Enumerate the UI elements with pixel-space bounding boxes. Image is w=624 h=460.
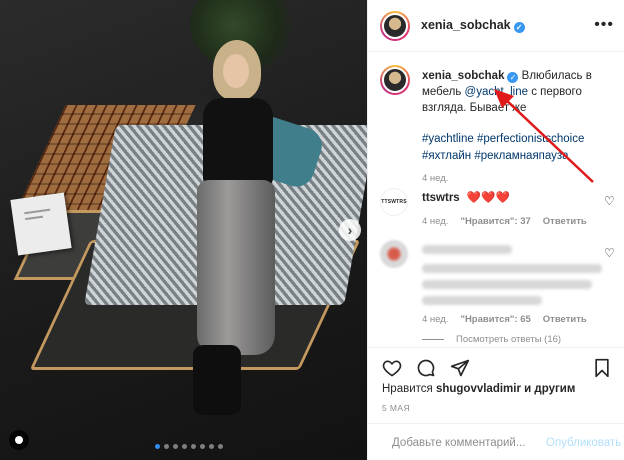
post-photo[interactable]: › bbox=[0, 0, 367, 460]
header-username[interactable]: xenia_sobchak ✓ bbox=[421, 18, 525, 33]
carousel-dot bbox=[182, 444, 187, 449]
comment-username[interactable]: ttswtrs bbox=[422, 192, 460, 204]
view-replies[interactable]: Посмотреть ответы (16) bbox=[422, 334, 561, 345]
carousel-dot bbox=[164, 444, 169, 449]
torso bbox=[203, 98, 273, 188]
post-date: 5 МАЯ bbox=[382, 403, 410, 413]
carousel-dots bbox=[155, 444, 223, 449]
comment-meta: 4 нед. "Нравится": 65 Ответить bbox=[422, 314, 620, 325]
person bbox=[175, 40, 295, 440]
blurred-text bbox=[422, 245, 512, 255]
caption-username[interactable]: xenia_sobchak bbox=[422, 70, 504, 82]
action-bar: Нравится shugovvladimir и другим 5 МАЯ О… bbox=[368, 347, 624, 460]
avatar-logo-text: TTSWTRS bbox=[381, 199, 407, 205]
comment-likes[interactable]: "Нравится": 37 bbox=[460, 216, 530, 227]
post-side-panel: xenia_sobchak ✓ ••• xenia_sobchak ✓ Влюбил… bbox=[367, 0, 624, 460]
share-icon[interactable] bbox=[450, 358, 470, 378]
likes-line: Нравится shugovvladimir и другим bbox=[382, 383, 575, 395]
username-text[interactable]: xenia_sobchak bbox=[421, 18, 511, 32]
carousel-dot bbox=[191, 444, 196, 449]
carousel-dot bbox=[209, 444, 214, 449]
comment-age: 4 нед. bbox=[422, 216, 449, 227]
comment-likes[interactable]: "Нравится": 65 bbox=[460, 314, 530, 325]
verified-icon: ✓ bbox=[507, 72, 519, 83]
reply-button[interactable]: Ответить bbox=[543, 216, 587, 227]
carousel-dot bbox=[218, 444, 223, 449]
action-icons bbox=[382, 358, 470, 378]
caption-age: 4 нед. bbox=[422, 173, 449, 184]
tag-icon[interactable] bbox=[9, 430, 29, 450]
add-comment-bar: Опубликовать bbox=[368, 423, 624, 460]
instagram-post: › xenia_sobchak ✓ ••• xenia_sobchak ✓ Влюб… bbox=[0, 0, 624, 460]
bookmark-icon[interactable] bbox=[592, 358, 612, 378]
legs bbox=[197, 180, 275, 355]
comment-item: 4 нед. "Нравится": 65 Ответить ♡ bbox=[380, 240, 620, 325]
reply-button[interactable]: Ответить bbox=[543, 314, 587, 325]
face bbox=[223, 54, 249, 88]
comment-avatar[interactable]: TTSWTRS bbox=[380, 188, 408, 216]
avatar[interactable] bbox=[380, 10, 410, 41]
hashtags[interactable]: #yachtline #perfectionistschoice #яхтлай… bbox=[422, 131, 620, 165]
blurred-text bbox=[422, 264, 602, 274]
comment-meta: 4 нед. "Нравится": 37 Ответить bbox=[422, 216, 620, 227]
view-replies-text[interactable]: Посмотреть ответы (16) bbox=[456, 334, 561, 345]
heart-icon[interactable]: ♡ bbox=[604, 194, 616, 208]
mention-link[interactable]: @yacht_line bbox=[465, 86, 528, 98]
heart-icon[interactable]: ♡ bbox=[604, 246, 616, 260]
caption-text: xenia_sobchak ✓ Влюбилась в мебель @yacht… bbox=[422, 65, 620, 116]
caption: xenia_sobchak ✓ Влюбилась в мебель @yacht… bbox=[380, 65, 620, 184]
carousel-dot bbox=[173, 444, 178, 449]
caption-avatar[interactable] bbox=[380, 65, 410, 95]
carousel-dot bbox=[200, 444, 205, 449]
likes-prefix: Нравится bbox=[382, 383, 436, 395]
comment-text: ❤️❤️❤️ bbox=[466, 192, 510, 204]
comment-item: TTSWTRS ttswtrs ❤️❤️❤️ 4 нед. "Нравится"… bbox=[380, 188, 620, 227]
likes-user[interactable]: shugovvladimir bbox=[436, 383, 521, 395]
blurred-text bbox=[422, 296, 542, 306]
likes-suffix[interactable]: и другим bbox=[521, 383, 575, 395]
comment-body: ttswtrs ❤️❤️❤️ bbox=[422, 188, 620, 206]
publish-button[interactable]: Опубликовать bbox=[546, 437, 621, 449]
comment-input[interactable] bbox=[392, 436, 546, 449]
book bbox=[10, 192, 72, 256]
blurred-text bbox=[422, 280, 592, 290]
verified-icon: ✓ bbox=[513, 22, 525, 33]
carousel-dot bbox=[155, 444, 160, 449]
heart-icon[interactable] bbox=[382, 358, 402, 378]
comment-body bbox=[422, 240, 620, 306]
comment-age: 4 нед. bbox=[422, 314, 449, 325]
boots bbox=[193, 345, 241, 415]
next-icon[interactable]: › bbox=[339, 219, 361, 241]
more-icon[interactable]: ••• bbox=[594, 16, 614, 34]
post-header: xenia_sobchak ✓ ••• bbox=[368, 0, 624, 52]
comment-avatar[interactable] bbox=[380, 240, 408, 268]
comment-icon[interactable] bbox=[416, 358, 436, 378]
